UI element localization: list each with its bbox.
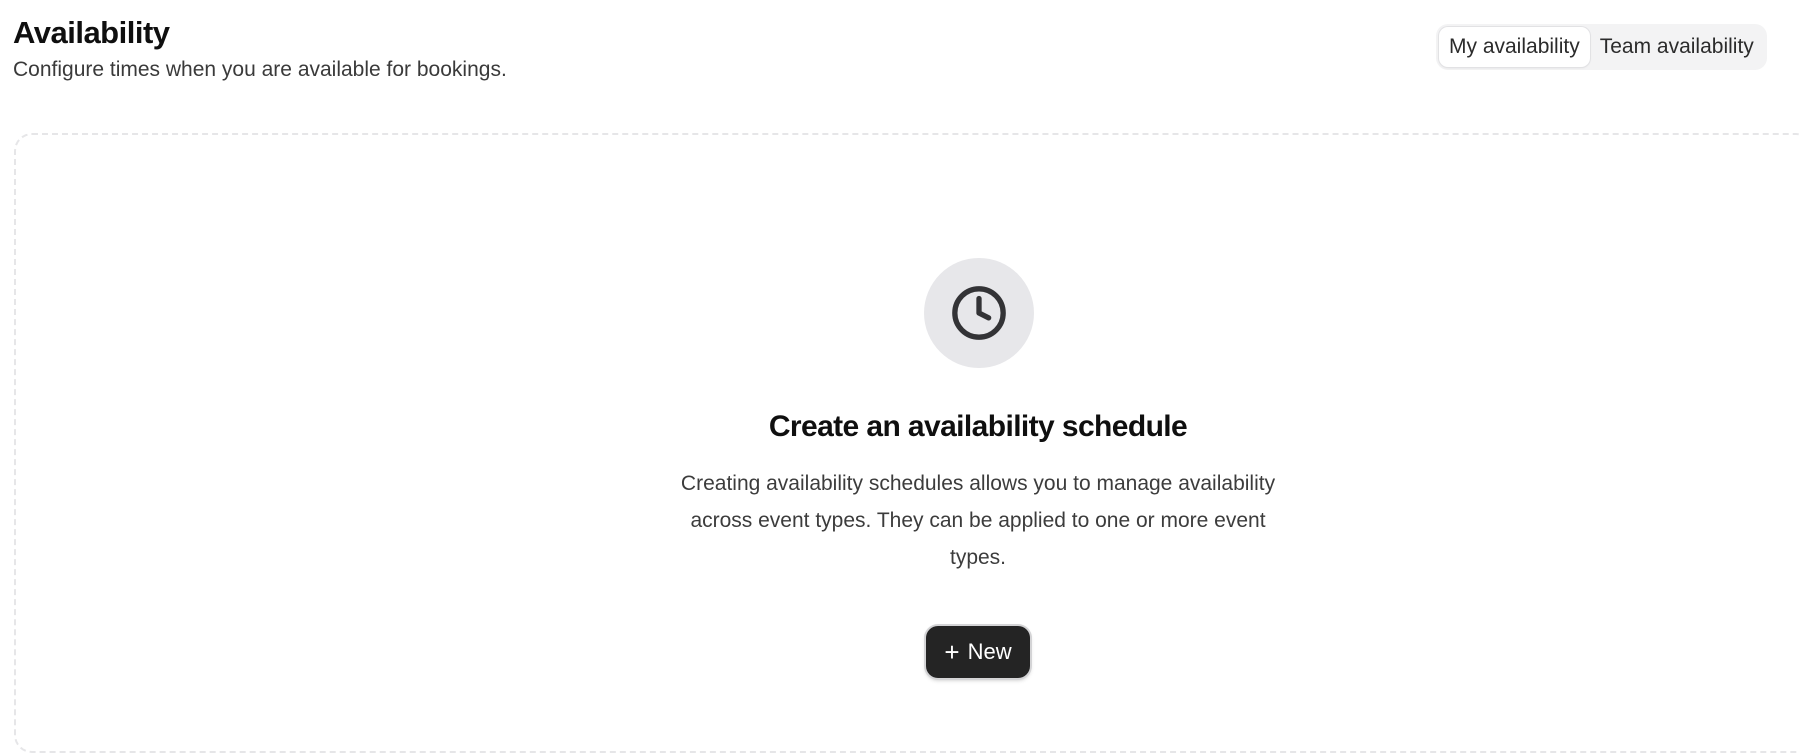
plus-icon: + bbox=[944, 637, 960, 667]
page-subtitle: Configure times when you are available f… bbox=[13, 58, 507, 81]
availability-toggle: My availability Team availability bbox=[1436, 24, 1767, 70]
new-button-label: New bbox=[967, 639, 1012, 664]
new-schedule-button[interactable]: + New bbox=[926, 626, 1030, 678]
empty-state-title: Create an availability schedule bbox=[768, 410, 1188, 443]
clock-icon bbox=[952, 286, 1006, 340]
empty-state-icon-badge bbox=[924, 258, 1034, 368]
empty-state-panel: Create an availability schedule Creating… bbox=[14, 133, 1800, 753]
empty-state-description: Creating availability schedules allows y… bbox=[680, 472, 1276, 569]
page-title: Availability bbox=[13, 15, 170, 50]
page-header: Availability Configure times when you ar… bbox=[13, 14, 507, 84]
tab-team-availability[interactable]: Team availability bbox=[1590, 27, 1764, 67]
tab-my-availability[interactable]: My availability bbox=[1439, 27, 1590, 67]
